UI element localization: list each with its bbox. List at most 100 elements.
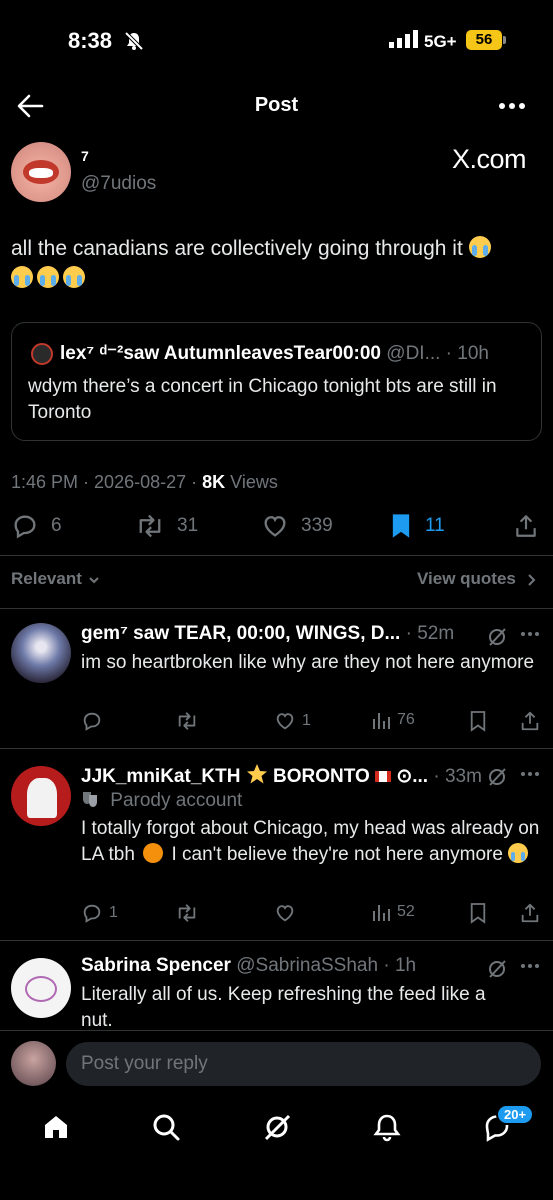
current-user-avatar[interactable]	[11, 1041, 56, 1086]
reply-avatar[interactable]	[11, 766, 71, 826]
bookmark-icon	[470, 903, 486, 924]
reply-author-handle: @SabrinaSShah	[230, 955, 379, 976]
parody-account-label: Parody account	[81, 790, 242, 812]
post-text-body: all the canadians are collectively going…	[11, 237, 463, 260]
crying-emoji-icon	[11, 266, 33, 288]
repost-icon	[178, 712, 196, 730]
reply-icon	[83, 904, 101, 923]
reply-button[interactable]: 1	[81, 902, 118, 924]
post-meta: 1:46 PM · 2026-08-27 · 8K Views	[11, 472, 278, 493]
quote-author-avatar	[31, 343, 53, 365]
more-icon[interactable]	[520, 631, 540, 637]
reply-header: gem⁷ saw TEAR, 00:00, WINGS, D... · 52m	[81, 623, 481, 645]
like-button[interactable]: 339	[261, 512, 333, 540]
reply-avatar[interactable]	[11, 623, 71, 683]
grok-icon[interactable]	[486, 766, 508, 788]
views-button[interactable]: 52	[371, 902, 415, 922]
share-button[interactable]	[519, 710, 541, 732]
grok-icon[interactable]	[486, 958, 508, 980]
author-name[interactable]: 7	[81, 148, 89, 164]
silent-bell-icon	[124, 31, 144, 51]
reply-button[interactable]	[81, 710, 109, 732]
view-quotes-label: View quotes	[417, 569, 516, 588]
home-icon[interactable]	[41, 1112, 71, 1142]
reply-author-name[interactable]: gem⁷ saw TEAR, 00:00, WINGS, D...	[81, 623, 400, 644]
author-handle[interactable]: @7udios	[81, 173, 156, 195]
divider	[0, 940, 553, 941]
quoted-post[interactable]: lex⁷ ᵈ⁻²saw AutumnleavesTear00:00 @DI...…	[11, 322, 542, 441]
reply-header: Sabrina Spencer @SabrinaSShah · 1h	[81, 955, 481, 977]
star-emoji-icon	[246, 764, 267, 784]
post-meta-sep-2: ·	[186, 472, 203, 492]
crying-emoji-icon	[37, 266, 59, 288]
author-avatar[interactable]	[11, 142, 71, 202]
bookmark-icon	[392, 514, 410, 538]
bookmark-button[interactable]	[469, 710, 487, 732]
grok-icon[interactable]	[486, 626, 508, 648]
divider	[0, 555, 553, 556]
like-count: 339	[301, 515, 333, 536]
reply-text: I totally forgot about Chicago, my head …	[81, 816, 541, 868]
reply-avatar[interactable]	[11, 958, 71, 1018]
post-time: 1:46 PM	[11, 472, 79, 492]
reply-author-name[interactable]: JJK_mniKat_KTH	[81, 766, 240, 787]
parody-account-text: Parody account	[110, 790, 243, 811]
grok-icon[interactable]	[262, 1112, 292, 1142]
reply-button[interactable]: 6	[11, 512, 62, 540]
status-time: 8:38	[68, 28, 113, 53]
page-title: Post	[254, 94, 299, 116]
sort-label: Relevant	[11, 569, 82, 588]
divider	[0, 748, 553, 749]
more-icon[interactable]	[498, 96, 528, 116]
like-button[interactable]: 1	[274, 710, 311, 732]
reply-author-name-tail: ⊙...	[396, 766, 429, 787]
like-button[interactable]	[274, 902, 302, 924]
like-icon	[276, 713, 294, 730]
view-quotes-link[interactable]: View quotes	[417, 569, 537, 589]
bookmark-button[interactable]	[469, 902, 487, 924]
reply-input[interactable]	[66, 1042, 541, 1086]
views-icon	[373, 905, 390, 921]
sort-replies-dropdown[interactable]: Relevant	[11, 569, 101, 589]
quote-author-handle: @DI...	[386, 343, 441, 364]
reply-time: · 1h	[378, 955, 417, 976]
quote-time-separator: ·	[440, 343, 458, 364]
repost-button[interactable]	[175, 710, 205, 732]
post-meta-sep: ·	[78, 472, 95, 492]
reply-header: JJK_mniKat_KTH BORONTO ⊙... · 33m	[81, 763, 481, 788]
share-button[interactable]	[513, 512, 539, 540]
post-date: 2026-08-27	[94, 472, 187, 492]
avatar-teeth	[29, 168, 53, 178]
post-action-bar: 6 31 339 11	[0, 512, 553, 542]
divider	[0, 608, 553, 609]
x-com-watermark: X.com	[452, 144, 527, 174]
notifications-icon[interactable]	[372, 1112, 402, 1142]
bookmark-button[interactable]: 11	[389, 512, 445, 540]
repost-count: 31	[177, 515, 199, 536]
more-icon[interactable]	[520, 963, 540, 969]
search-icon[interactable]	[151, 1112, 181, 1142]
reply-author-name[interactable]: Sabrina Spencer	[81, 955, 231, 976]
views-count: 8K	[202, 472, 226, 492]
reply-text: Literally all of us. Keep refreshing the…	[81, 984, 486, 1031]
quote-author-name: lex⁷ ᵈ⁻²saw AutumnleavesTear00:00	[60, 343, 381, 364]
repost-button[interactable]: 31	[135, 512, 198, 540]
reply-composer	[0, 1030, 553, 1096]
reply-action-bar: 1 52	[0, 902, 553, 926]
quote-header: lex⁷ ᵈ⁻²saw AutumnleavesTear00:00 @DI...…	[60, 342, 530, 365]
repost-button[interactable]	[175, 902, 205, 924]
share-button[interactable]	[519, 902, 541, 924]
reply-count: 6	[51, 515, 62, 536]
reply-count: 1	[109, 904, 118, 921]
more-icon[interactable]	[520, 771, 540, 777]
post-text: all the canadians are collectively going…	[11, 234, 541, 294]
network-type: 5G+	[424, 32, 457, 51]
views-label: Views	[225, 472, 278, 492]
quote-text: wdym there’s a concert in Chicago tonigh…	[28, 376, 497, 423]
bookmark-count: 11	[425, 515, 445, 536]
messages-badge: 20+	[496, 1104, 535, 1125]
repost-icon	[139, 514, 161, 538]
reply-icon	[14, 515, 36, 539]
views-button[interactable]: 76	[371, 710, 415, 730]
reply-icon	[83, 712, 101, 731]
